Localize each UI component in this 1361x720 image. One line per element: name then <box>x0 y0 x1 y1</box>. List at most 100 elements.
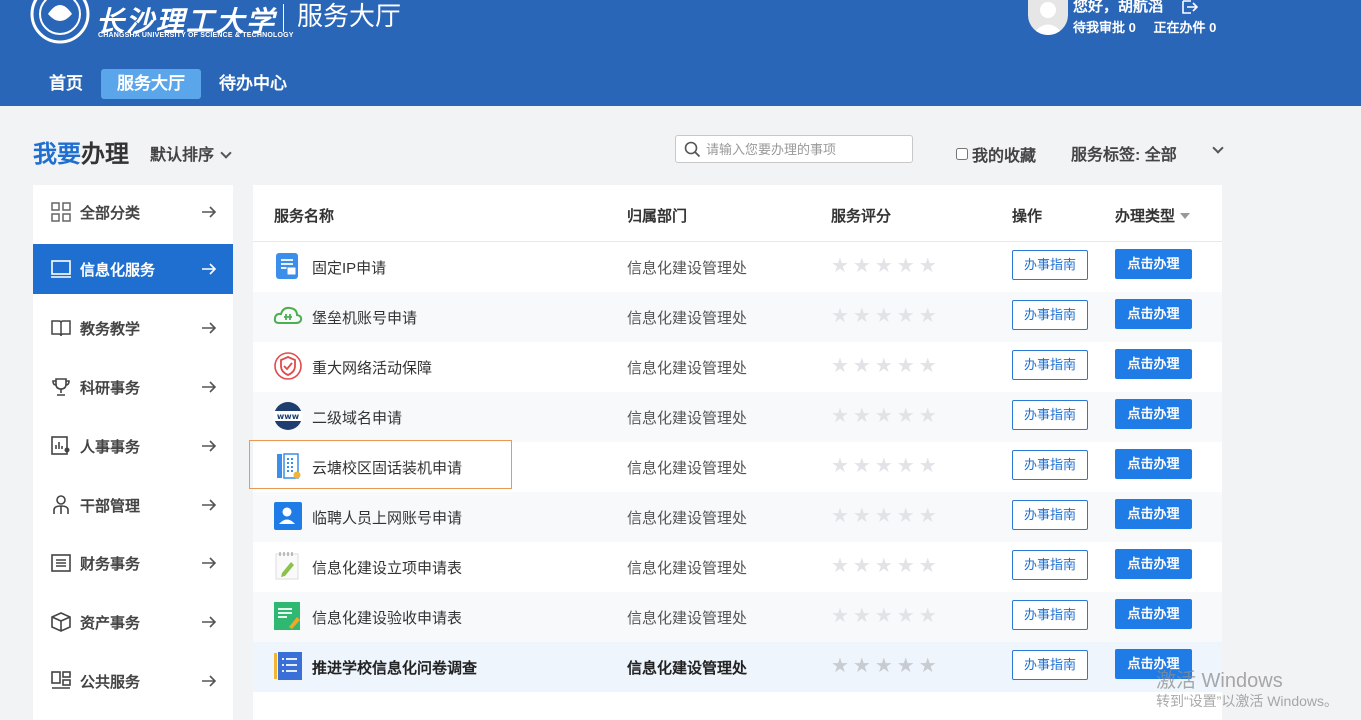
column-header-rating: 服务评分 <box>831 208 892 225</box>
service-dept: 信息化建设管理处 <box>627 660 748 677</box>
service-dept: 信息化建设管理处 <box>627 510 748 527</box>
search-box[interactable] <box>675 135 913 163</box>
service-dept: 信息化建设管理处 <box>627 310 748 327</box>
category-sidebar: 全部分类 信息化服务 教务教学 科研事务 人事事务 干部管理 财务事务 资产事务… <box>33 185 233 720</box>
in-progress-count[interactable]: 正在办件 0 <box>1153 20 1216 35</box>
guide-button[interactable]: 办事指南 <box>1012 600 1088 630</box>
rating-stars: ★★★★★ <box>831 405 941 427</box>
nav-service-hall[interactable]: 服务大厅 <box>101 69 201 99</box>
table-row[interactable]: 固定IP申请 信息化建设管理处 ★★★★★ 办事指南 点击办理 <box>253 242 1222 292</box>
apply-button[interactable]: 点击办理 <box>1115 349 1192 379</box>
apply-button[interactable]: 点击办理 <box>1115 299 1192 329</box>
table-row[interactable]: 信息化建设立项申请表 信息化建设管理处 ★★★★★ 办事指南 点击办理 <box>253 542 1222 592</box>
table-row[interactable]: www 二级域名申请 信息化建设管理处 ★★★★★ 办事指南 点击办理 <box>253 392 1222 442</box>
sidebar-item-finance[interactable]: 财务事务 <box>33 538 233 588</box>
service-name[interactable]: 堡垒机账号申请 <box>312 307 417 328</box>
university-logo <box>30 0 90 44</box>
sidebar-item-cadre[interactable]: 干部管理 <box>33 480 233 530</box>
table-row[interactable]: 重大网络活动保障 信息化建设管理处 ★★★★★ 办事指南 点击办理 <box>253 342 1222 392</box>
table-row[interactable]: 堡垒机账号申请 信息化建设管理处 ★★★★★ 办事指南 点击办理 <box>253 292 1222 342</box>
column-header-dept: 归属部门 <box>627 208 688 225</box>
logo-subtitle: CHANGSHA UNIVERSITY OF SCIENCE & TECHNOL… <box>98 32 294 39</box>
sidebar-item-all[interactable]: 全部分类 <box>33 187 233 237</box>
guide-button[interactable]: 办事指南 <box>1012 650 1088 680</box>
page-title: 我要办理 <box>33 141 129 168</box>
rating-stars: ★★★★★ <box>831 605 941 627</box>
apply-button[interactable]: 点击办理 <box>1115 399 1192 429</box>
search-icon <box>684 141 701 158</box>
guide-button[interactable]: 办事指南 <box>1012 400 1088 430</box>
list-icon <box>51 554 71 572</box>
sort-dropdown[interactable]: 默认排序 <box>150 141 232 165</box>
logo-divider <box>283 4 284 32</box>
trophy-icon <box>52 378 70 396</box>
service-name[interactable]: 信息化建设验收申请表 <box>312 607 462 628</box>
user-greeting[interactable]: 您好，胡航滔 <box>1073 0 1163 14</box>
sidebar-item-it-services[interactable]: 信息化服务 <box>33 244 233 294</box>
rating-stars: ★★★★★ <box>831 305 941 327</box>
service-dept: 信息化建设管理处 <box>627 560 748 577</box>
table-row[interactable]: 推进学校信息化问卷调查 信息化建设管理处 ★★★★★ 办事指南 点击办理 <box>253 642 1222 692</box>
logout-icon[interactable] <box>1181 0 1199 14</box>
windows-activation-watermark: 激活 Windows <box>1156 670 1283 692</box>
grid-icon <box>51 202 71 222</box>
sidebar-item-research[interactable]: 科研事务 <box>33 362 233 412</box>
arrow-right-icon <box>202 440 217 452</box>
arrow-right-icon <box>202 616 217 628</box>
rating-stars: ★★★★★ <box>831 505 941 527</box>
guide-button[interactable]: 办事指南 <box>1012 550 1088 580</box>
apply-button[interactable]: 点击办理 <box>1115 549 1192 579</box>
service-name[interactable]: 临聘人员上网账号申请 <box>312 507 462 528</box>
arrow-right-icon <box>202 206 217 218</box>
service-name[interactable]: 推进学校信息化问卷调查 <box>312 657 477 678</box>
box-icon <box>51 612 71 632</box>
guide-button[interactable]: 办事指南 <box>1012 500 1088 530</box>
service-dept: 信息化建设管理处 <box>627 610 748 627</box>
rating-stars: ★★★★★ <box>831 355 941 377</box>
guide-button[interactable]: 办事指南 <box>1012 300 1088 330</box>
avatar[interactable] <box>1028 0 1068 35</box>
arrow-right-icon <box>202 675 217 687</box>
table-row[interactable]: 信息化建设验收申请表 信息化建设管理处 ★★★★★ 办事指南 点击办理 <box>253 592 1222 642</box>
notepad-icon <box>275 552 299 580</box>
arrow-right-icon <box>202 381 217 393</box>
nav-home[interactable]: 首页 <box>33 69 99 99</box>
site-title: 服务大厅 <box>297 1 402 31</box>
person-icon <box>53 495 69 514</box>
pending-approval-count[interactable]: 待我审批 0 <box>1073 20 1136 35</box>
table-row[interactable]: 临聘人员上网账号申请 信息化建设管理处 ★★★★★ 办事指南 点击办理 <box>253 492 1222 542</box>
nav-todo-center[interactable]: 待办中心 <box>203 69 303 99</box>
apply-button[interactable]: 点击办理 <box>1115 599 1192 629</box>
windows-activation-hint: 转到“设置”以激活 Windows。 <box>1156 693 1339 709</box>
column-header-type[interactable]: 办理类型 <box>1115 205 1191 226</box>
chevron-down-icon[interactable] <box>1212 142 1224 154</box>
rating-stars: ★★★★★ <box>831 255 941 277</box>
chart-person-icon <box>51 436 70 455</box>
service-name[interactable]: 信息化建设立项申请表 <box>312 557 462 578</box>
sidebar-item-personnel[interactable]: 人事事务 <box>33 421 233 471</box>
service-dept: 信息化建设管理处 <box>627 260 748 277</box>
apply-button[interactable]: 点击办理 <box>1115 449 1192 479</box>
shield-icon <box>274 352 302 380</box>
sidebar-item-assets[interactable]: 资产事务 <box>33 597 233 647</box>
column-header-name: 服务名称 <box>274 208 335 225</box>
favorites-toggle[interactable]: 我的收藏 <box>956 142 1036 166</box>
task-counts: 待我审批 0 正在办件 0 <box>1073 17 1230 36</box>
apply-button[interactable]: 点击办理 <box>1115 249 1192 279</box>
favorites-checkbox[interactable] <box>956 148 968 160</box>
service-name[interactable]: 重大网络活动保障 <box>312 357 432 378</box>
guide-button[interactable]: 办事指南 <box>1012 350 1088 380</box>
sidebar-item-public[interactable]: 公共服务 <box>33 656 233 706</box>
selection-outline <box>249 440 512 489</box>
sidebar-item-teaching[interactable]: 教务教学 <box>33 303 233 353</box>
service-name[interactable]: 二级域名申请 <box>312 407 402 428</box>
guide-button[interactable]: 办事指南 <box>1012 250 1088 280</box>
apps-icon <box>51 671 71 689</box>
guide-button[interactable]: 办事指南 <box>1012 450 1088 480</box>
search-input[interactable] <box>706 140 906 158</box>
service-tag-filter[interactable]: 服务标签: 全部 <box>1071 141 1177 165</box>
apply-button[interactable]: 点击办理 <box>1115 499 1192 529</box>
service-dept: 信息化建设管理处 <box>627 460 748 477</box>
document-icon <box>276 253 298 279</box>
service-name[interactable]: 固定IP申请 <box>312 257 386 278</box>
